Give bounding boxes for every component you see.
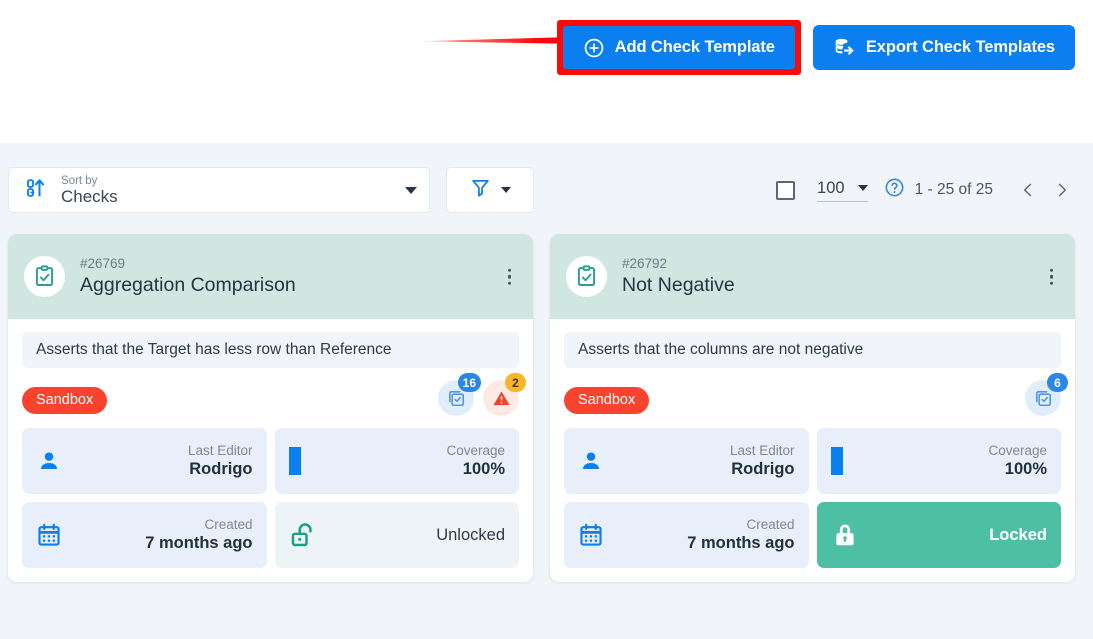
page-body: Sort by Checks 100 1 - 25 of 25 #26769 A…	[0, 143, 1093, 639]
lock-icon	[831, 521, 859, 549]
page-size-select[interactable]: 100	[817, 179, 868, 202]
tile-label: Coverage	[446, 442, 505, 458]
clipboard-check-icon	[24, 256, 65, 297]
checks-counter[interactable]: 6	[1025, 373, 1068, 416]
checks-count: 6	[1047, 373, 1068, 392]
tile-label: Last Editor	[187, 442, 253, 458]
question-circle-icon[interactable]	[884, 177, 905, 203]
card-header: #26792 Not Negative	[550, 234, 1075, 319]
status-badge: Sandbox	[22, 386, 108, 414]
previous-page-button[interactable]	[1011, 173, 1045, 207]
warnings-counter[interactable]: 2	[483, 373, 526, 416]
tile-lock-label: Locked	[989, 525, 1047, 544]
plus-circle-icon	[583, 37, 605, 59]
tile-lock-state[interactable]: Unlocked	[274, 502, 519, 568]
tile-label: Last Editor	[729, 442, 795, 458]
tile-value: 100%	[1004, 460, 1047, 479]
person-icon	[578, 448, 604, 474]
page-size-chevron-down-icon[interactable]	[857, 185, 868, 191]
card-id: #26769	[80, 255, 126, 271]
kebab-menu-icon[interactable]	[1046, 264, 1058, 289]
card-description: Asserts that the columns are not negativ…	[564, 332, 1061, 368]
sort-by-select[interactable]: Sort by Checks	[8, 167, 430, 213]
check-template-card-list: #26769 Aggregation Comparison Asserts th…	[8, 234, 1075, 582]
tile-coverage-texts: Coverage 100%	[843, 442, 1047, 479]
top-action-bar: Add Check Template Export Check Template…	[0, 0, 1093, 143]
unlock-icon	[289, 521, 317, 549]
add-check-template-highlight: Add Check Template	[556, 20, 801, 75]
tile-label: Created	[746, 516, 795, 532]
page-root: Add Check Template Export Check Template…	[0, 0, 1093, 639]
card-info-tiles: Last Editor Rodrigo Coverage 100% Create…	[22, 428, 519, 568]
calendar-icon	[578, 522, 604, 548]
tile-label: Created	[204, 516, 253, 532]
status-badge: Sandbox	[564, 386, 650, 414]
filter-button[interactable]	[446, 167, 534, 213]
clipboard-check-icon	[566, 256, 607, 297]
tile-created-texts: Created 7 months ago	[62, 516, 253, 553]
tile-coverage-texts: Coverage 100%	[301, 442, 505, 479]
tile-value: Rodrigo	[731, 460, 795, 479]
list-toolbar: Sort by Checks 100 1 - 25 of 25	[0, 163, 1093, 225]
card-id: #26792	[622, 255, 668, 271]
tile-coverage: Coverage 100%	[816, 428, 1061, 494]
check-template-card[interactable]: #26792 Not Negative Asserts that the col…	[550, 234, 1075, 582]
tile-coverage: Coverage 100%	[274, 428, 519, 494]
card-counters: 6	[1025, 373, 1068, 416]
filter-chevron-down-icon[interactable]	[500, 187, 511, 193]
sort-by-texts: Sort by Checks	[61, 175, 405, 206]
add-check-template-button[interactable]: Add Check Template	[562, 26, 795, 69]
calendar-icon	[36, 522, 62, 548]
checks-counter[interactable]: 16	[438, 373, 481, 416]
check-template-card[interactable]: #26769 Aggregation Comparison Asserts th…	[8, 234, 533, 582]
export-check-templates-button[interactable]: Export Check Templates	[812, 25, 1075, 70]
coverage-bar-icon	[288, 447, 301, 475]
tile-last-editor-texts: Last Editor Rodrigo	[604, 443, 795, 479]
coverage-bar-icon	[830, 447, 843, 475]
card-tag-row: Sandbox 6	[564, 373, 1068, 420]
tile-value: 7 months ago	[687, 534, 795, 553]
export-check-templates-label: Export Check Templates	[865, 38, 1055, 56]
tile-last-editor: Last Editor Rodrigo	[564, 428, 809, 494]
pagination-controls: 100 1 - 25 of 25	[776, 167, 1079, 213]
filter-funnel-icon	[470, 177, 491, 203]
card-header-texts: #26792 Not Negative	[622, 255, 735, 296]
page-size-value: 100	[817, 178, 845, 197]
card-counters: 16 2	[438, 373, 526, 416]
person-icon	[36, 448, 62, 474]
tile-lock-state[interactable]: Locked	[816, 502, 1061, 568]
tile-last-editor-texts: Last Editor Rodrigo	[62, 443, 253, 479]
sort-by-value: Checks	[61, 186, 118, 206]
checks-count: 16	[457, 373, 481, 392]
tile-last-editor: Last Editor Rodrigo	[22, 428, 267, 494]
database-export-icon	[833, 36, 856, 59]
tile-value: Rodrigo	[189, 460, 253, 479]
pagination-range: 1 - 25 of 25	[914, 181, 993, 198]
chevron-down-icon[interactable]	[405, 186, 417, 194]
kebab-menu-icon[interactable]	[504, 264, 516, 289]
tile-created-texts: Created 7 months ago	[604, 516, 795, 553]
select-all-checkbox[interactable]	[776, 180, 796, 200]
action-buttons: Add Check Template Export Check Template…	[556, 20, 1075, 75]
sort-ascending-numeric-icon	[25, 177, 47, 204]
tile-value: 100%	[462, 460, 505, 479]
warnings-count: 2	[505, 373, 526, 392]
tile-lock-label: Unlocked	[436, 525, 505, 544]
add-check-template-label: Add Check Template	[614, 38, 775, 56]
next-page-button[interactable]	[1045, 173, 1079, 207]
card-header: #26769 Aggregation Comparison	[8, 234, 533, 319]
card-tag-row: Sandbox 16 2	[22, 373, 526, 420]
tile-created: Created 7 months ago	[22, 502, 267, 568]
tile-created: Created 7 months ago	[564, 502, 809, 568]
tile-value: 7 months ago	[145, 534, 253, 553]
card-description: Asserts that the Target has less row tha…	[22, 332, 519, 368]
card-info-tiles: Last Editor Rodrigo Coverage 100% Create…	[564, 428, 1061, 568]
card-header-texts: #26769 Aggregation Comparison	[80, 255, 296, 296]
card-title: Aggregation Comparison	[80, 273, 296, 296]
tile-label: Coverage	[988, 442, 1047, 458]
card-title: Not Negative	[622, 273, 735, 296]
sort-by-label: Sort by	[61, 174, 98, 187]
